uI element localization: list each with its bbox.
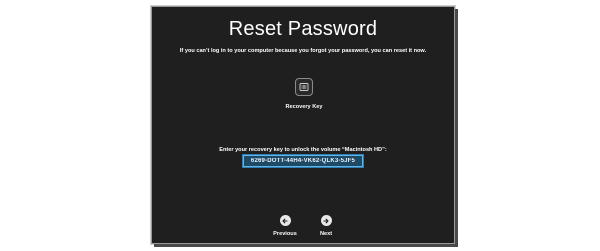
previous-button[interactable]: Previous [265,215,305,241]
page-title: Reset Password [228,18,378,40]
arrow-right-icon [320,215,332,226]
next-button[interactable]: Next [306,215,346,241]
recovery-key-label: Recovery Key [285,104,323,110]
recovery-key-prompt: Enter your recovery key to unlock the vo… [219,147,387,153]
next-label: Next [319,231,333,237]
page-subtitle: If you can’t log in to your computer bec… [179,48,427,54]
arrow-left-icon [279,215,291,226]
recovery-key-field[interactable] [242,154,364,168]
reset-password-window: Reset Password If you can’t log in to yo… [151,6,455,244]
recovery-key-option[interactable]: Recovery Key [277,78,331,118]
previous-label: Previous [273,231,297,237]
recovery-key-icon [295,78,313,96]
